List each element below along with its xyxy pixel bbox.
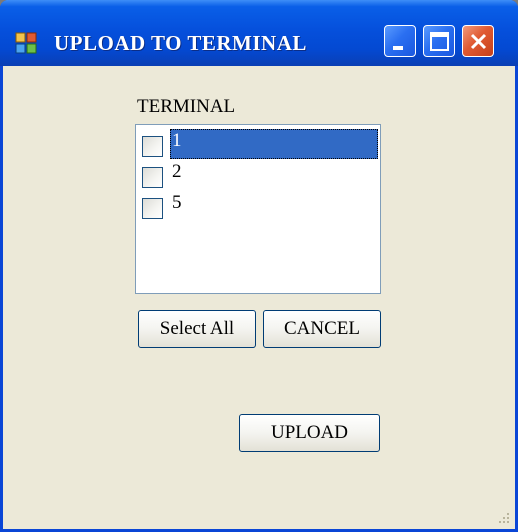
maximize-button[interactable] [423, 25, 455, 57]
terminal-1-checkbox[interactable] [142, 136, 163, 157]
terminal-5-checkbox[interactable] [142, 198, 163, 219]
terminal-2-label: 2 [172, 161, 182, 182]
resize-grip-icon[interactable] [495, 509, 511, 525]
cancel-button[interactable]: CANCEL [263, 310, 381, 348]
maximize-icon [430, 32, 449, 51]
list-item-terminal-5[interactable]: 5 [139, 191, 377, 221]
terminal-1-label: 1 [170, 129, 378, 159]
list-item-terminal-1[interactable]: 1 [139, 129, 378, 159]
app-icon [15, 32, 37, 54]
close-icon [470, 33, 487, 50]
window-client-area: TERMINAL 1 2 5 Select All CANCEL UPLOAD [3, 66, 515, 529]
terminal-checked-listbox[interactable]: 1 2 5 [135, 124, 381, 294]
window-title: UPLOAD TO TERMINAL [54, 31, 307, 55]
minimize-icon [393, 46, 403, 50]
terminal-label: TERMINAL [137, 96, 236, 117]
terminal-2-checkbox[interactable] [142, 167, 163, 188]
upload-button[interactable]: UPLOAD [239, 414, 380, 452]
upload-window: UPLOAD TO TERMINAL TERMINAL 1 2 5 Select… [0, 0, 518, 532]
title-bar[interactable]: UPLOAD TO TERMINAL [0, 0, 518, 66]
select-all-button[interactable]: Select All [138, 310, 256, 348]
list-item-terminal-2[interactable]: 2 [139, 160, 377, 190]
close-button[interactable] [462, 25, 494, 57]
minimize-button[interactable] [384, 25, 416, 57]
terminal-5-label: 5 [172, 192, 182, 213]
